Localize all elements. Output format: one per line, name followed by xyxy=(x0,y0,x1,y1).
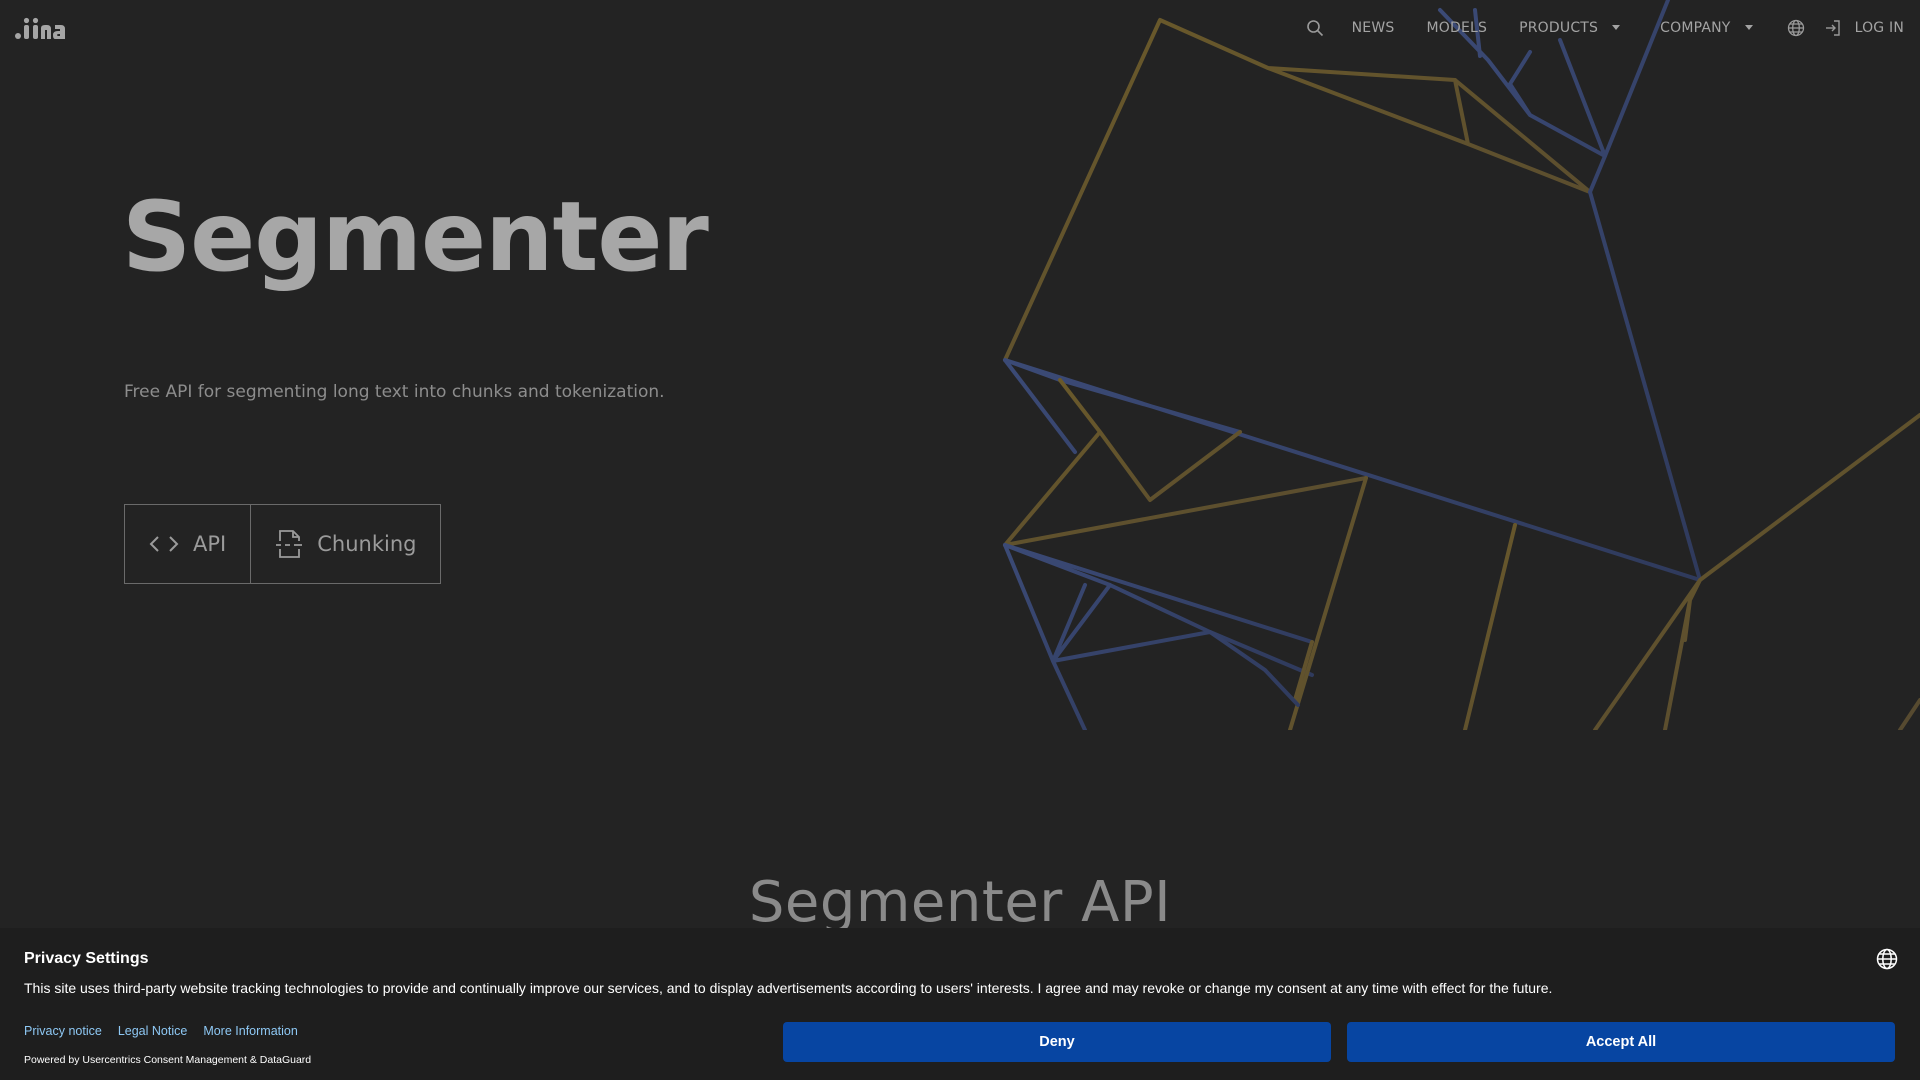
jina-logo[interactable] xyxy=(14,16,66,40)
chevron-down-icon xyxy=(1612,25,1621,30)
nav-company-label: COMPANY xyxy=(1660,19,1731,36)
page-title: Segmenter xyxy=(122,181,709,293)
chunking-button-label: Chunking xyxy=(317,532,417,556)
nav-menu: NEWS MODELS PRODUCTS COMPANY LOG IN xyxy=(1302,0,1904,55)
nav-products-label: PRODUCTS xyxy=(1519,19,1599,36)
document-split-icon xyxy=(276,530,303,558)
nav-news-link[interactable]: NEWS xyxy=(1352,20,1395,36)
consent-description: This site uses third-party website track… xyxy=(24,980,1553,996)
legal-notice-link[interactable]: Legal Notice xyxy=(118,1024,188,1038)
hero-button-group: API Chunking xyxy=(124,504,442,584)
search-icon[interactable] xyxy=(1302,15,1328,41)
privacy-consent-banner: Privacy Settings This site uses third-pa… xyxy=(0,928,1920,1080)
language-globe-icon[interactable] xyxy=(1876,948,1898,975)
section-heading: Segmenter API xyxy=(748,870,1172,935)
top-navigation: NEWS MODELS PRODUCTS COMPANY LOG IN xyxy=(0,0,1920,55)
api-button-label: API xyxy=(193,532,227,556)
nav-products-dropdown[interactable]: PRODUCTS xyxy=(1519,19,1621,36)
nav-company-dropdown[interactable]: COMPANY xyxy=(1660,19,1753,36)
login-icon xyxy=(1825,19,1840,36)
accept-all-button[interactable]: Accept All xyxy=(1347,1022,1895,1062)
more-information-link[interactable]: More Information xyxy=(203,1024,297,1038)
wireframe-background-art xyxy=(1003,0,1920,730)
chevron-down-icon xyxy=(1744,25,1753,30)
code-icon xyxy=(149,536,179,552)
deny-button[interactable]: Deny xyxy=(783,1022,1331,1062)
globe-icon[interactable] xyxy=(1783,15,1809,41)
consent-title: Privacy Settings xyxy=(24,950,149,967)
privacy-notice-link[interactable]: Privacy notice xyxy=(24,1024,102,1038)
login-label: LOG IN xyxy=(1854,19,1904,36)
page-subtitle: Free API for segmenting long text into c… xyxy=(124,382,665,402)
login-link[interactable]: LOG IN xyxy=(1823,18,1904,38)
powered-by-text: Powered by Usercentrics Consent Manageme… xyxy=(24,1054,312,1066)
chunking-button[interactable]: Chunking xyxy=(251,504,442,584)
consent-links: Privacy notice Legal Notice More Informa… xyxy=(24,1024,298,1038)
api-button[interactable]: API xyxy=(124,504,252,584)
nav-models-link[interactable]: MODELS xyxy=(1426,20,1487,36)
